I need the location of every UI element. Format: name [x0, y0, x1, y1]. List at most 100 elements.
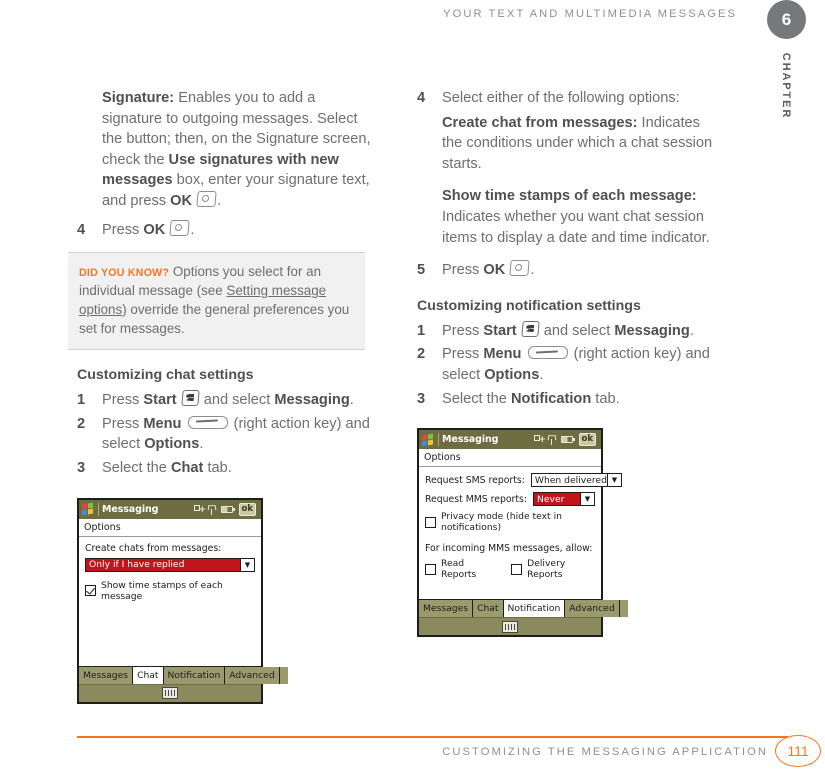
menu-key-icon [527, 346, 568, 360]
step-bold-1: Menu [483, 346, 522, 363]
step-number: 3 [417, 390, 426, 407]
create-chats-label: Create chats from messages: [85, 542, 222, 554]
step-bold-1: Start [143, 392, 177, 409]
device-ok-button[interactable]: ok [238, 502, 256, 516]
device-tab-messages[interactable]: Messages [419, 600, 474, 618]
step-text-2: and select [199, 392, 275, 409]
dropdown-value: Never [537, 493, 565, 505]
checkbox-icon [425, 516, 436, 528]
right-step-5: 5 Press OK . [417, 260, 717, 281]
device-subtitle: Options [79, 518, 261, 537]
checkbox-icon [425, 563, 436, 575]
checkbox-icon [511, 563, 523, 575]
device-status-icons: ok [193, 502, 259, 516]
checkbox-label: Privacy mode (hide text in notifications… [441, 511, 562, 534]
device-title: Messaging [442, 434, 499, 446]
device-title: Messaging [102, 503, 159, 515]
menu-key-icon [187, 415, 228, 429]
step-text-1: Press [102, 415, 144, 432]
windows-logo-icon [422, 433, 435, 447]
checkbox-label: Read Reports [441, 558, 477, 581]
new-message-icon [193, 504, 206, 515]
device-form-body: Create chats from messages: Only if I ha… [79, 536, 261, 666]
create-chat-definition: Create chat from messages: Indicates the… [417, 113, 717, 175]
device-ok-button[interactable]: ok [578, 433, 596, 447]
step-bold-1: Menu [143, 415, 182, 432]
battery-icon [220, 505, 235, 514]
device-title-bar: Messaging ok [419, 430, 601, 450]
device-tab-advanced[interactable]: Advanced [565, 600, 620, 618]
step-text-2: tab. [591, 390, 620, 407]
start-key-icon [520, 320, 540, 337]
step-text-3: . [349, 392, 354, 409]
sms-reports-label: Request SMS reports: [425, 474, 525, 486]
did-you-know-box: Did you know? Options you select for an … [68, 252, 365, 351]
chevron-down-icon: ▼ [240, 558, 254, 571]
step-text-3: . [199, 436, 204, 453]
tip-label: Did you know? [79, 267, 170, 280]
device-tab-filler [619, 600, 628, 618]
device-tab-notification[interactable]: Notification [503, 600, 566, 618]
device-tab-bar: Messages Chat Notification Advanced [419, 599, 628, 618]
privacy-mode-checkbox[interactable]: Privacy mode (hide text in notifications… [425, 511, 595, 533]
device-tab-chat[interactable]: Chat [473, 600, 504, 618]
device-tab-chat[interactable]: Chat [133, 666, 164, 684]
step-number: 2 [77, 415, 86, 432]
ok-key-icon [169, 219, 191, 236]
device-spacer [425, 533, 595, 543]
step-text-1: Press [442, 322, 484, 339]
page-number-badge: 111 [775, 735, 821, 767]
step-number: 1 [417, 322, 426, 339]
notif-step-3: 3 Select the Notification tab. [417, 389, 717, 410]
step-bold-2: Options [144, 436, 200, 453]
left-column: Signature: Enables you to add a signatur… [68, 88, 377, 704]
device-screenshot-chat: Messaging ok Options Create chats from m… [77, 497, 288, 704]
dropdown-value: Only if I have replied [89, 559, 185, 571]
signature-bold-4: OK [170, 192, 193, 209]
keyboard-icon[interactable] [162, 687, 178, 700]
delivery-reports-checkbox[interactable]: Delivery Reports [511, 558, 595, 580]
checkbox-label: Delivery Reports [527, 558, 566, 581]
mms-reports-dropdown[interactable]: Never ▼ [533, 492, 595, 507]
keyboard-icon[interactable] [502, 620, 518, 633]
step-text-1: Select the [442, 390, 511, 407]
step-number: 4 [77, 221, 86, 238]
chat-settings-heading: Customizing chat settings [77, 367, 254, 384]
step-text-1: Select the [102, 459, 171, 476]
step-text: Press [442, 262, 484, 279]
signal-strength-icon [208, 504, 217, 515]
ok-key-icon [196, 190, 217, 207]
chapter-number-badge: 6 [767, 0, 806, 39]
device-empty-area [85, 601, 255, 662]
step-bold-2: Messaging [274, 392, 350, 409]
step-bold-2: Options [484, 366, 540, 383]
device-form-body: Request SMS reports: When delivered ▼ Re… [419, 467, 622, 600]
step-bold-2: Messaging [614, 322, 690, 339]
read-reports-checkbox[interactable]: Read Reports [425, 558, 495, 580]
show-time-stamps-checkbox[interactable]: Show time stamps of each message [85, 580, 255, 602]
sms-reports-dropdown[interactable]: When delivered ▼ [530, 473, 622, 488]
footer-rule [77, 736, 788, 738]
step-bold-1: Start [483, 322, 517, 339]
chat-step-2: 2 Press Menu (right action key) and sele… [77, 414, 377, 455]
show-time-stamps-definition: Show time stamps of each message: Indica… [417, 186, 717, 248]
incoming-mms-label: For incoming MMS messages, allow: [425, 543, 593, 555]
show-time-stamps-term: Show time stamps of each message: [442, 188, 697, 205]
chat-step-1: 1 Press Start and select Messaging. [77, 390, 377, 411]
device-tab-messages[interactable]: Messages [79, 666, 134, 684]
right-step-4: 4 Select either of the following options… [417, 88, 717, 109]
device-tab-advanced[interactable]: Advanced [225, 666, 280, 684]
notif-step-1: 1 Press Start and select Messaging. [417, 320, 717, 342]
right-column: 4 Select either of the following options… [417, 88, 717, 638]
signature-definition: Signature: Enables you to add a signatur… [102, 90, 371, 209]
create-chats-dropdown[interactable]: Only if I have replied ▼ [85, 557, 255, 572]
title-separator [438, 433, 439, 447]
step-text: Press [102, 221, 144, 238]
step-text-2: tab. [203, 459, 232, 476]
step-number: 1 [77, 392, 86, 409]
device-tab-notification[interactable]: Notification [163, 666, 226, 684]
windows-logo-icon [82, 502, 95, 516]
chat-step-3: 3 Select the Chat tab. [77, 458, 377, 479]
battery-icon [560, 435, 575, 444]
step-text-3: . [539, 366, 544, 383]
